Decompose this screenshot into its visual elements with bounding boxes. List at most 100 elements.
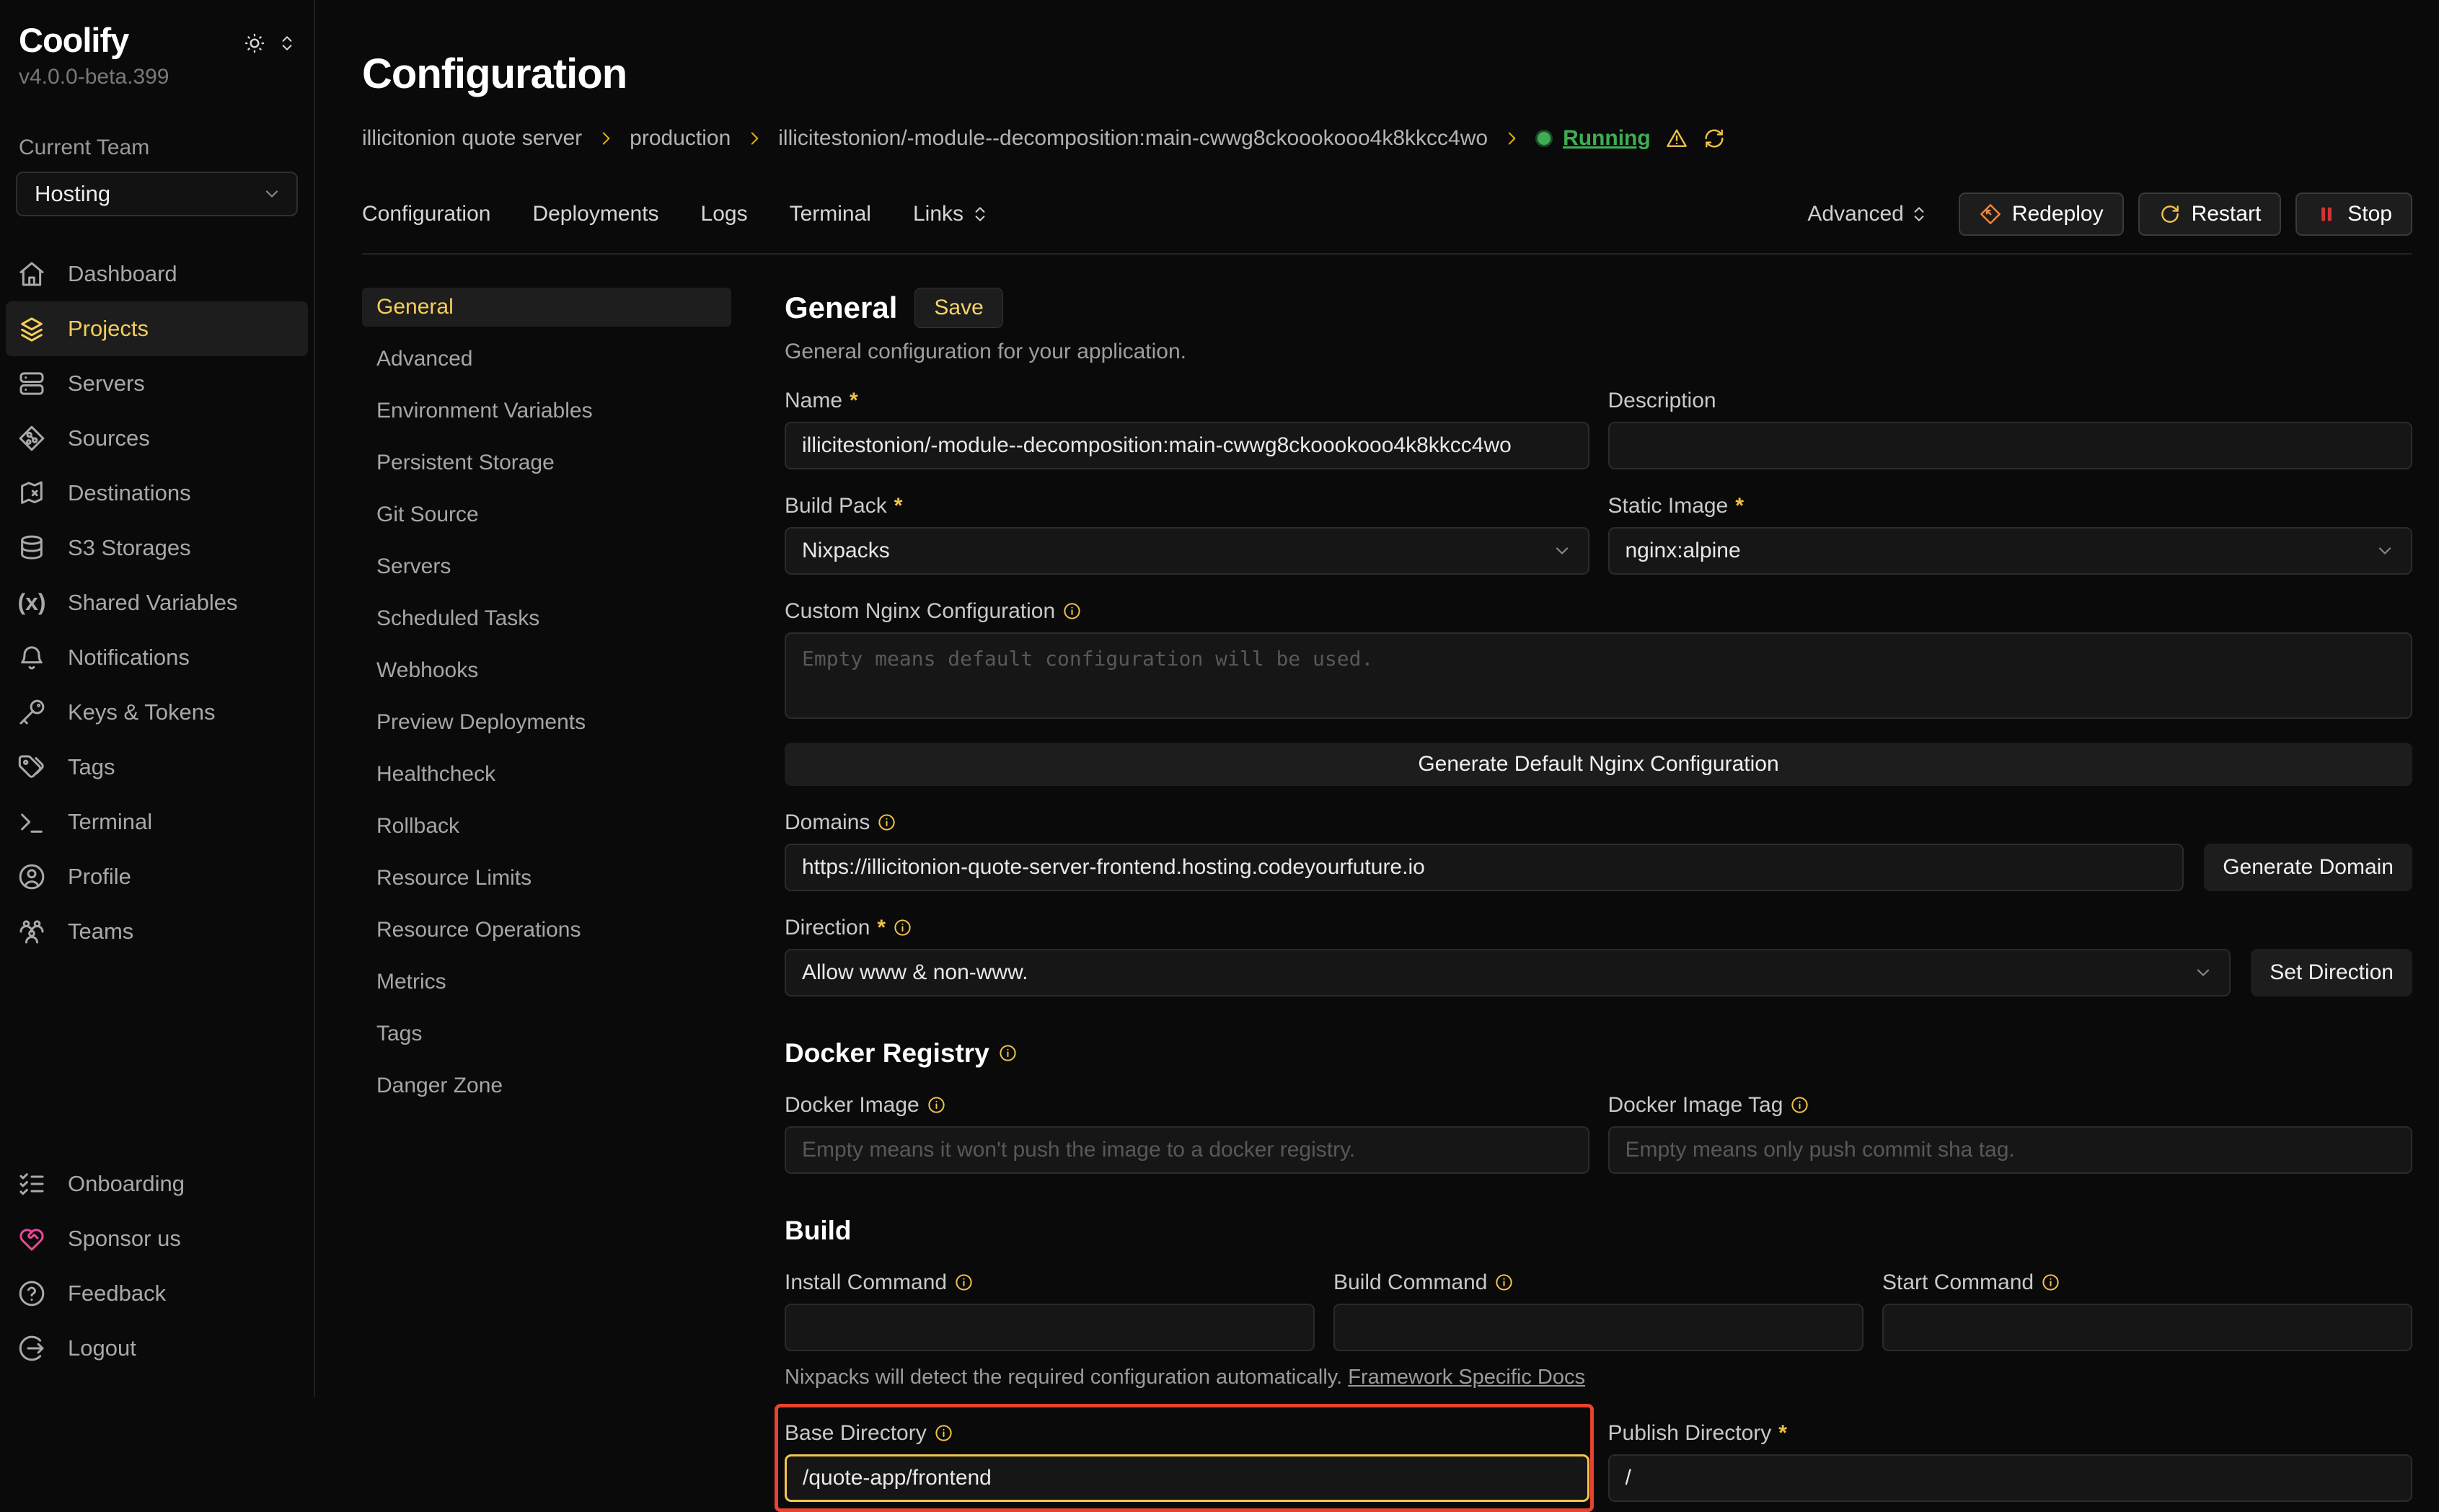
status-badge[interactable]: Running: [1563, 126, 1651, 151]
info-icon: [998, 1043, 1018, 1063]
base-directory-field: Base Directory: [785, 1421, 1589, 1502]
install-command-input[interactable]: [785, 1304, 1315, 1351]
subnav-item-healthcheck[interactable]: Healthcheck: [362, 755, 731, 794]
section-title-general: General: [785, 291, 897, 325]
docker-image-label: Docker Image: [785, 1093, 1589, 1118]
sidebar-item-teams[interactable]: Teams: [6, 904, 308, 959]
info-icon: [1062, 601, 1082, 621]
subnav-item-advanced[interactable]: Advanced: [362, 340, 731, 379]
sidebar-item-notifications[interactable]: Notifications: [6, 630, 308, 685]
sidebar-item-label: Feedback: [68, 1281, 166, 1307]
docker-image-tag-input[interactable]: [1608, 1126, 2413, 1174]
info-icon: [1790, 1095, 1809, 1115]
chevrons-up-down-icon[interactable]: [278, 34, 296, 53]
warning-icon[interactable]: [1665, 127, 1688, 150]
sidebar-item-profile[interactable]: Profile: [6, 849, 308, 904]
subnav-item-tags[interactable]: Tags: [362, 1014, 731, 1053]
sidebar-item-servers[interactable]: Servers: [6, 356, 308, 411]
subnav-item-resource-limits[interactable]: Resource Limits: [362, 859, 731, 898]
generate-domain-button[interactable]: Generate Domain: [2204, 844, 2412, 891]
sidebar-item-terminal[interactable]: Terminal: [6, 795, 308, 849]
sidebar-item-label: Profile: [68, 864, 131, 890]
tab-links[interactable]: Links: [913, 202, 989, 226]
restart-button[interactable]: Restart: [2138, 193, 2282, 236]
install-command-label: Install Command: [785, 1270, 1315, 1295]
breadcrumb-environment[interactable]: production: [630, 126, 731, 151]
home-icon: [17, 260, 46, 288]
custom-nginx-label: Custom Nginx Configuration: [785, 599, 2412, 624]
refresh-icon[interactable]: [1703, 127, 1726, 150]
sidebar-item-sponsor-us[interactable]: Sponsor us: [6, 1211, 308, 1266]
subnav-item-metrics[interactable]: Metrics: [362, 963, 731, 1002]
git-source-icon: [17, 424, 46, 453]
subnav-item-resource-operations[interactable]: Resource Operations: [362, 911, 731, 950]
description-input[interactable]: [1608, 422, 2413, 469]
advanced-dropdown[interactable]: Advanced: [1807, 202, 1928, 226]
sidebar-item-tags[interactable]: Tags: [6, 740, 308, 795]
description-label: Description: [1608, 389, 2413, 413]
name-input[interactable]: [785, 422, 1589, 469]
sidebar-footer: Onboarding Sponsor us Feedback Logout: [6, 1157, 308, 1376]
sidebar-item-destinations[interactable]: Destinations: [6, 466, 308, 521]
sidebar-nav: Dashboard Projects Servers Sources Desti…: [6, 247, 308, 959]
subnav-item-scheduled-tasks[interactable]: Scheduled Tasks: [362, 599, 731, 638]
publish-directory-input[interactable]: [1608, 1454, 2413, 1502]
layers-icon: [17, 314, 46, 343]
config-subnav: General Advanced Environment Variables P…: [362, 288, 731, 1502]
stop-button[interactable]: Stop: [2295, 193, 2412, 236]
build-command-input[interactable]: [1333, 1304, 1864, 1351]
sidebar-item-onboarding[interactable]: Onboarding: [6, 1157, 308, 1211]
sidebar-item-shared-variables[interactable]: (x) Shared Variables: [6, 575, 308, 630]
section-subtitle: General configuration for your applicati…: [785, 340, 2412, 364]
subnav-item-environment-variables[interactable]: Environment Variables: [362, 392, 731, 430]
subnav-item-persistent-storage[interactable]: Persistent Storage: [362, 443, 731, 482]
subnav-item-rollback[interactable]: Rollback: [362, 807, 731, 846]
breadcrumb-application[interactable]: illicitestonion/-module--decomposition:m…: [778, 126, 1488, 151]
direction-select[interactable]: Allow www & non-www.: [785, 949, 2231, 996]
set-direction-button[interactable]: Set Direction: [2251, 949, 2412, 996]
users-icon: [17, 917, 46, 946]
docker-image-input[interactable]: [785, 1126, 1589, 1174]
tab-configuration[interactable]: Configuration: [362, 202, 490, 226]
info-icon: [893, 918, 912, 937]
framework-docs-link[interactable]: Framework Specific Docs: [1348, 1366, 1585, 1389]
sidebar-item-dashboard[interactable]: Dashboard: [6, 247, 308, 301]
sidebar-item-label: Servers: [68, 371, 145, 397]
redeploy-button[interactable]: Redeploy: [1959, 193, 2124, 236]
subnav-item-preview-deployments[interactable]: Preview Deployments: [362, 703, 731, 742]
build-pack-label: Build Pack*: [785, 494, 1589, 518]
subnav-item-danger-zone[interactable]: Danger Zone: [362, 1066, 731, 1105]
custom-nginx-textarea[interactable]: [785, 632, 2412, 719]
heart-handshake-icon: [17, 1224, 46, 1253]
sidebar-item-sources[interactable]: Sources: [6, 411, 308, 466]
sidebar-item-logout[interactable]: Logout: [6, 1321, 308, 1376]
chevron-down-icon: [1552, 541, 1572, 561]
sidebar-item-keys-tokens[interactable]: Keys & Tokens: [6, 685, 308, 740]
subnav-item-git-source[interactable]: Git Source: [362, 495, 731, 534]
chevron-down-icon: [262, 184, 282, 204]
tab-logs[interactable]: Logs: [701, 202, 748, 226]
team-select-value: Hosting: [35, 181, 110, 207]
subnav-item-general[interactable]: General: [362, 288, 731, 327]
domains-input[interactable]: [785, 844, 2184, 891]
general-form: General Save General configuration for y…: [785, 288, 2412, 1502]
status: Running: [1535, 126, 1651, 151]
tab-deployments[interactable]: Deployments: [532, 202, 658, 226]
build-pack-select[interactable]: Nixpacks: [785, 527, 1589, 575]
start-command-input[interactable]: [1882, 1304, 2412, 1351]
sidebar-item-label: Keys & Tokens: [68, 699, 215, 725]
tab-terminal[interactable]: Terminal: [790, 202, 871, 226]
stop-icon: [2316, 203, 2337, 225]
generate-nginx-button[interactable]: Generate Default Nginx Configuration: [785, 743, 2412, 786]
subnav-item-webhooks[interactable]: Webhooks: [362, 651, 731, 690]
sidebar-item-s3-storages[interactable]: S3 Storages: [6, 521, 308, 575]
save-button[interactable]: Save: [914, 288, 1002, 328]
team-select[interactable]: Hosting: [16, 172, 298, 216]
subnav-item-servers[interactable]: Servers: [362, 547, 731, 586]
breadcrumb-project[interactable]: illicitonion quote server: [362, 126, 582, 151]
theme-sun-icon[interactable]: [243, 32, 266, 55]
base-directory-input[interactable]: [785, 1454, 1589, 1502]
sidebar-item-feedback[interactable]: Feedback: [6, 1266, 308, 1321]
static-image-select[interactable]: nginx:alpine: [1608, 527, 2413, 575]
sidebar-item-projects[interactable]: Projects: [6, 301, 308, 356]
